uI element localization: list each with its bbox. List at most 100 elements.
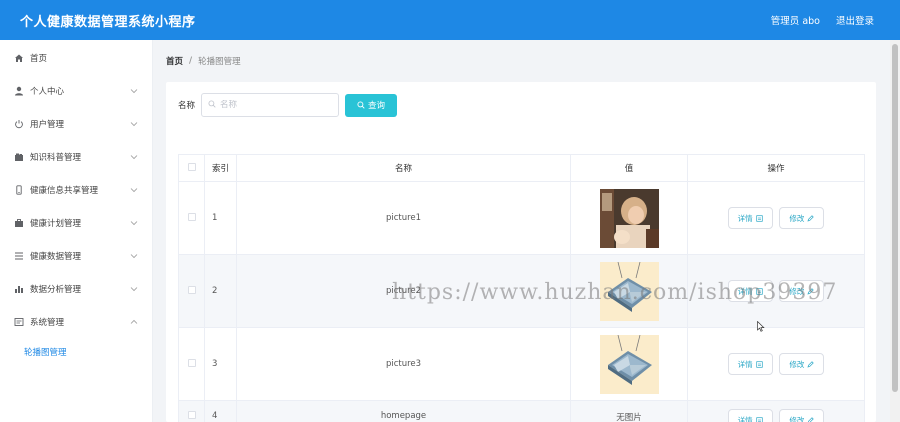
search-button[interactable]: 查询 [345, 93, 398, 117]
bar-chart-icon [14, 284, 24, 294]
edit-icon [807, 416, 815, 422]
breadcrumb-separator: / [189, 56, 193, 66]
breadcrumb: 首页 / 轮播图管理 [153, 40, 890, 82]
sidebar-item-info-share[interactable]: 健康信息共享管理 [0, 173, 152, 206]
sidebar: 首页 个人中心 用户管理 知识科普管理 健康信息共享管理 健康计划管理 健康数据… [0, 40, 153, 422]
sidebar-item-knowledge[interactable]: 知识科普管理 [0, 140, 152, 173]
chevron-down-icon [130, 252, 138, 260]
sidebar-item-user-management[interactable]: 用户管理 [0, 107, 152, 140]
chevron-down-icon [130, 153, 138, 161]
edit-icon [807, 360, 815, 368]
carousel-image-thumbnail[interactable] [599, 188, 659, 248]
detail-button[interactable]: 详情 [727, 207, 773, 229]
search-form: 名称 查询 [178, 93, 398, 117]
briefcase-icon [14, 218, 24, 228]
row-checkbox[interactable] [178, 254, 205, 328]
row-checkbox[interactable] [178, 327, 205, 401]
sidebar-item-personal-center[interactable]: 个人中心 [0, 74, 152, 107]
scrollbar-thumb[interactable] [892, 44, 898, 392]
edit-icon [807, 214, 815, 222]
power-icon [14, 119, 24, 129]
sidebar-item-data-analysis[interactable]: 数据分析管理 [0, 272, 152, 305]
row-checkbox[interactable] [178, 181, 205, 255]
row-index: 1 [204, 181, 237, 255]
select-all-checkbox[interactable] [178, 154, 205, 182]
edit-button[interactable]: 修改 [779, 353, 825, 375]
mouse-cursor-icon [757, 320, 765, 335]
chevron-down-icon [130, 219, 138, 227]
sidebar-item-label: 首页 [30, 53, 48, 64]
row-index: 4 [204, 400, 237, 422]
row-name: homepage [236, 400, 571, 422]
sidebar-item-label: 知识科普管理 [30, 152, 82, 163]
sidebar-item-label: 用户管理 [30, 119, 65, 130]
page-scrollbar[interactable] [890, 40, 900, 422]
column-header-actions: 操作 [687, 154, 865, 182]
document-icon [755, 360, 763, 368]
list-icon [14, 251, 24, 261]
search-label: 名称 [178, 101, 196, 111]
sidebar-item-system[interactable]: 系统管理 [0, 305, 152, 338]
table-row: 3 picture3 详情 修改 [178, 327, 865, 401]
row-checkbox[interactable] [178, 400, 205, 422]
sidebar-item-health-data[interactable]: 健康数据管理 [0, 239, 152, 272]
sidebar-subitem-carousel[interactable]: 轮播图管理 [0, 338, 152, 366]
breadcrumb-current: 轮播图管理 [198, 57, 241, 67]
table-row: 1 picture1 详情 修改 [178, 181, 865, 255]
app-title: 个人健康数据管理系统小程序 [20, 14, 196, 30]
row-name: picture1 [236, 181, 571, 255]
sidebar-item-home[interactable]: 首页 [0, 41, 152, 74]
logout-link[interactable]: 退出登录 [836, 13, 874, 27]
breadcrumb-home[interactable]: 首页 [166, 55, 183, 67]
edit-button[interactable]: 修改 [779, 280, 825, 302]
carousel-image-thumbnail[interactable] [599, 261, 659, 321]
sidebar-item-label: 健康数据管理 [30, 251, 82, 262]
row-index: 2 [204, 254, 237, 328]
folder-icon [14, 152, 24, 162]
top-bar: 个人健康数据管理系统小程序 管理员 abo 退出登录 [0, 0, 900, 40]
search-box[interactable] [201, 93, 340, 117]
document-icon [755, 214, 763, 222]
sidebar-item-label: 健康信息共享管理 [30, 185, 99, 196]
user-icon [14, 86, 24, 96]
top-right-actions: 管理员 abo 退出登录 [771, 13, 874, 27]
carousel-image-thumbnail[interactable] [599, 334, 659, 394]
edit-button[interactable]: 修改 [779, 409, 825, 422]
chevron-down-icon [130, 285, 138, 293]
document-icon [755, 416, 763, 422]
row-name: picture3 [236, 327, 571, 401]
table-header-row: 索引 名称 值 操作 [178, 154, 865, 182]
table-row: 2 picture2 详情 修改 [178, 254, 865, 328]
column-header-value: 值 [570, 154, 688, 182]
chevron-down-icon [130, 87, 138, 95]
chevron-down-icon [130, 120, 138, 128]
search-icon [357, 101, 365, 109]
row-value: 无图片 [570, 400, 688, 422]
table-row: 4 homepage 无图片 详情 修改 [178, 400, 865, 422]
sidebar-item-label: 个人中心 [30, 86, 65, 97]
phone-icon [14, 184, 24, 195]
row-index: 3 [204, 327, 237, 401]
search-input[interactable] [220, 100, 331, 110]
edit-button[interactable]: 修改 [779, 207, 825, 229]
row-name: picture2 [236, 254, 571, 328]
search-icon [208, 100, 216, 111]
column-header-name: 名称 [236, 154, 571, 182]
sidebar-item-label: 健康计划管理 [30, 218, 82, 229]
search-button-label: 查询 [368, 101, 386, 111]
system-icon [14, 317, 24, 327]
sidebar-item-label: 系统管理 [30, 317, 65, 328]
sidebar-item-health-plan[interactable]: 健康计划管理 [0, 206, 152, 239]
chevron-down-icon [130, 186, 138, 194]
current-user[interactable]: 管理员 abo [771, 13, 820, 27]
home-icon [14, 53, 24, 63]
column-header-index: 索引 [204, 154, 237, 182]
detail-button[interactable]: 详情 [727, 280, 773, 302]
carousel-table: 索引 名称 值 操作 1 picture1 详情 修改 2 picture2 详… [178, 154, 865, 422]
chevron-up-icon [130, 318, 138, 326]
main-panel: 名称 查询 索引 名称 值 操作 [166, 82, 876, 422]
detail-button[interactable]: 详情 [727, 409, 773, 422]
detail-button[interactable]: 详情 [727, 353, 773, 375]
sidebar-item-label: 数据分析管理 [30, 284, 82, 295]
edit-icon [807, 287, 815, 295]
